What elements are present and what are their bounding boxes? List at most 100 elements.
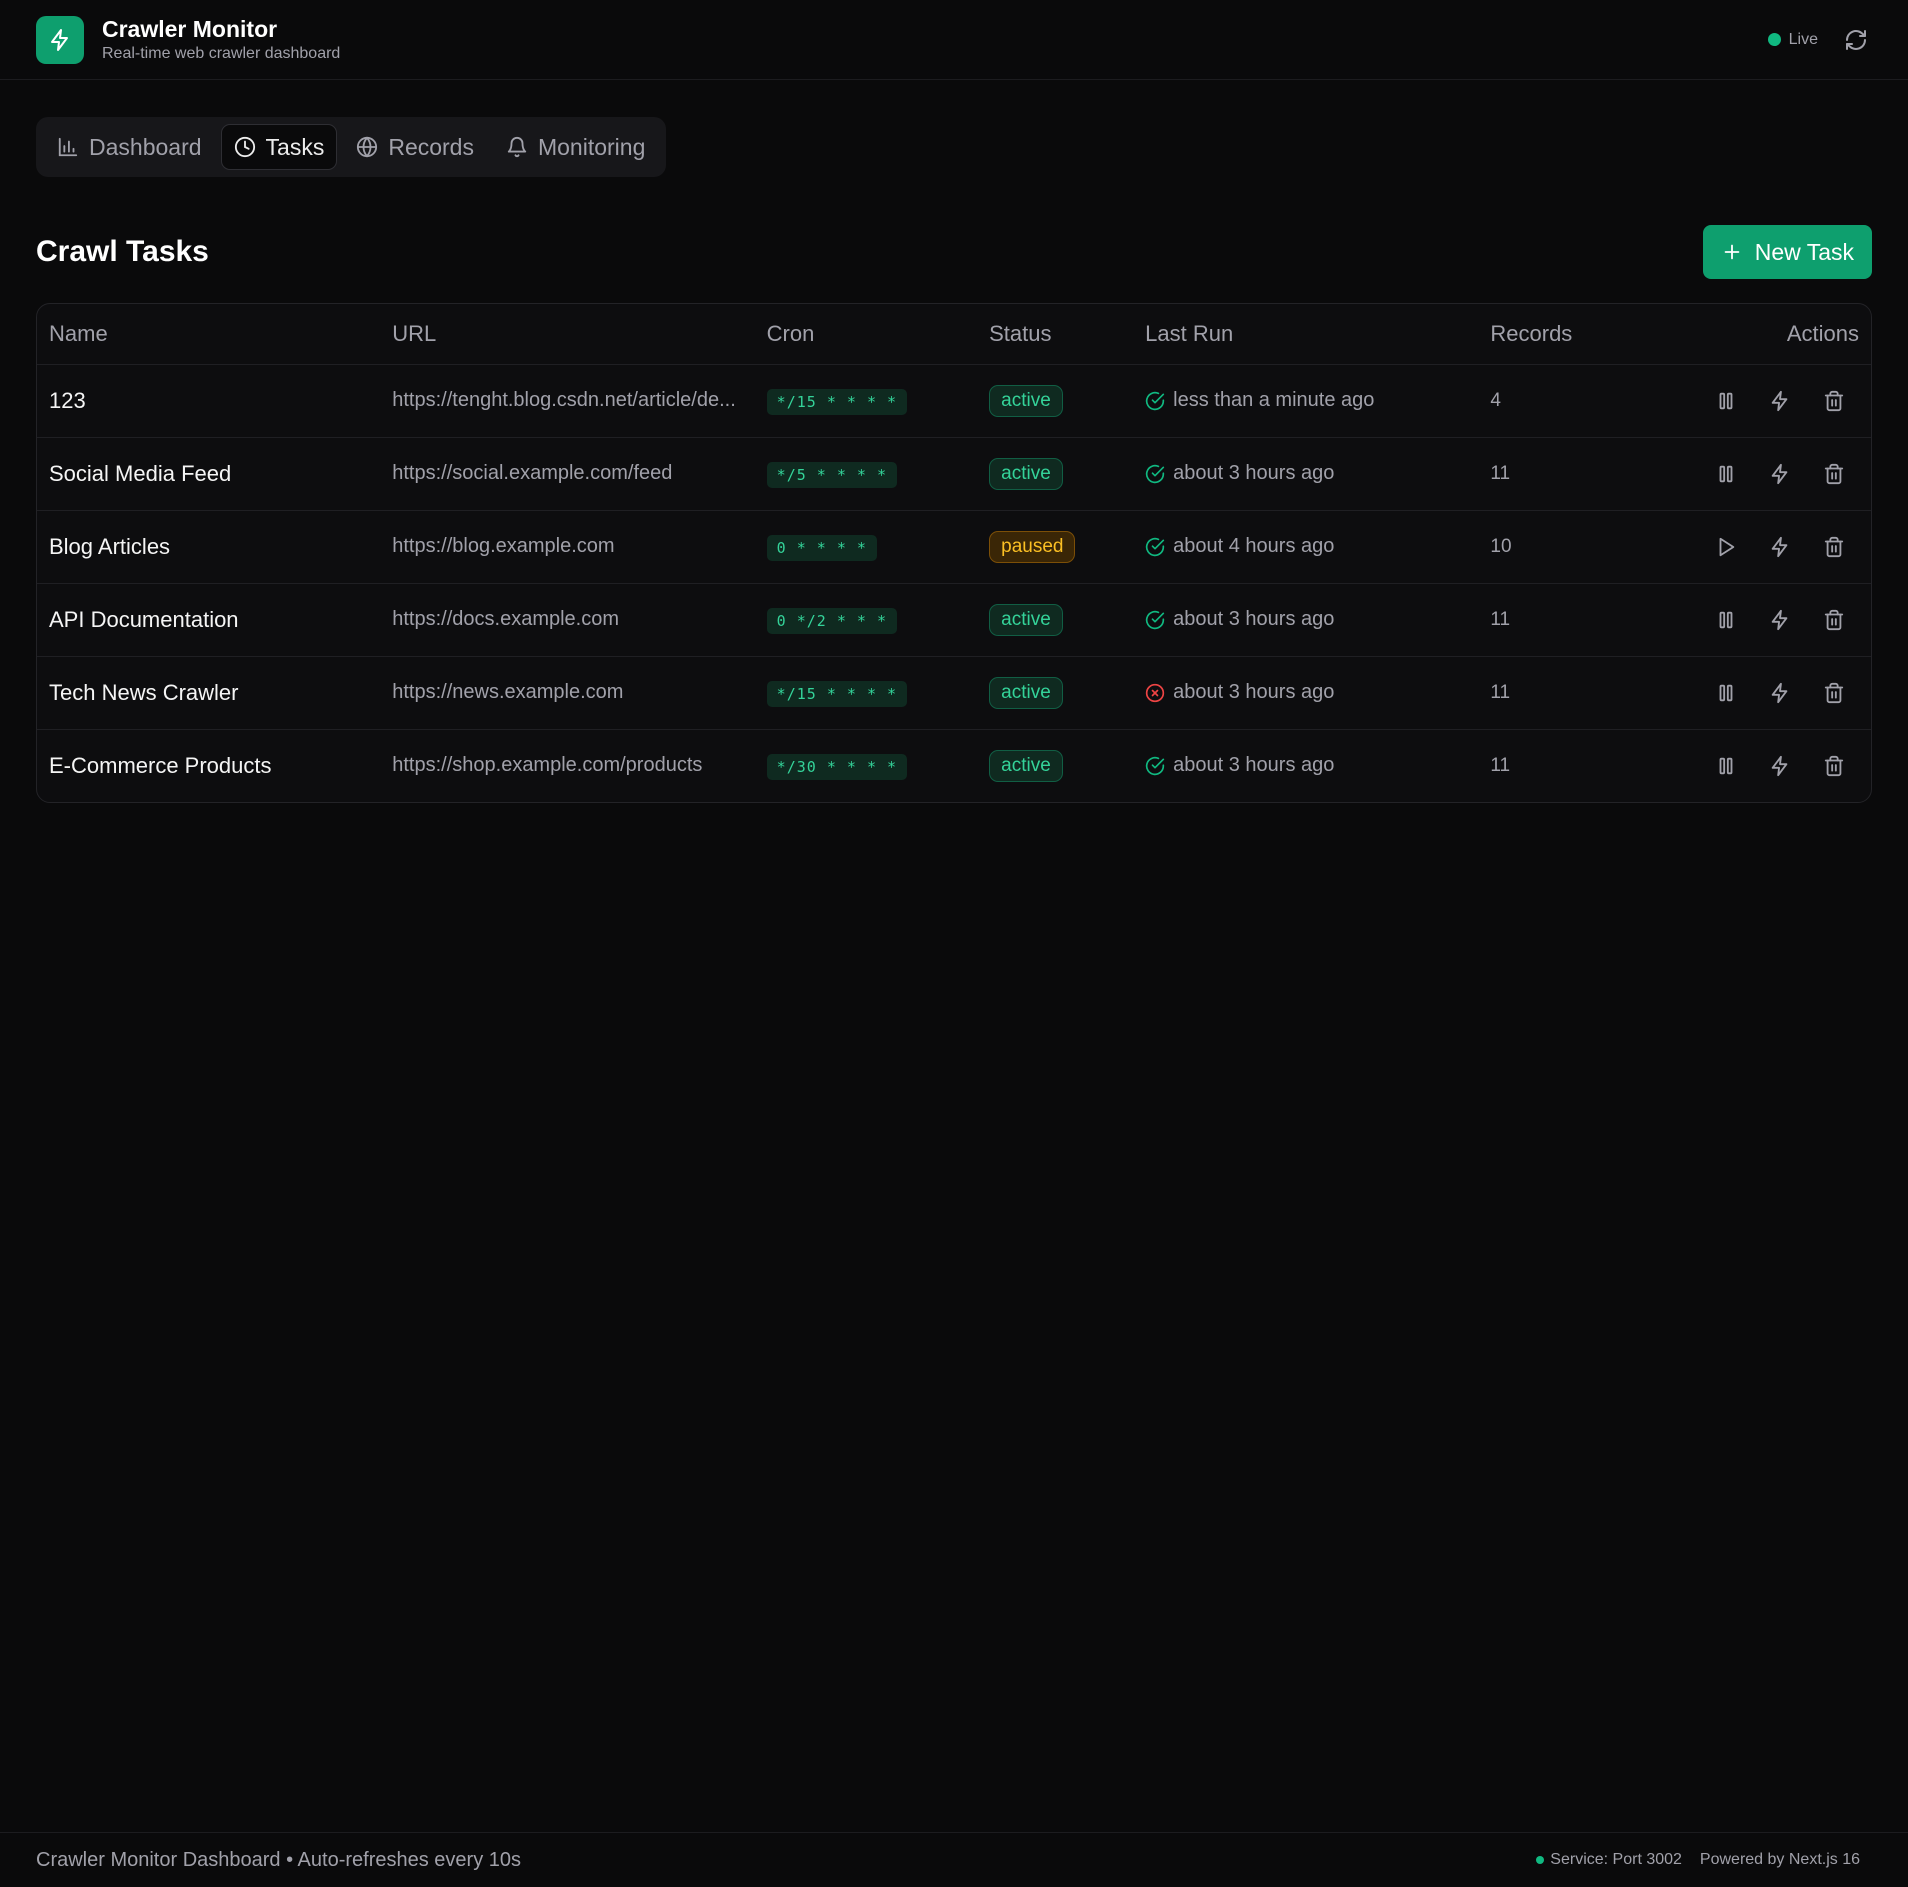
tab-tasks[interactable]: Tasks <box>220 124 338 170</box>
resume-button[interactable] <box>1713 534 1739 560</box>
run-now-button[interactable] <box>1767 680 1793 706</box>
delete-button[interactable] <box>1821 461 1847 487</box>
trash-icon <box>1824 609 1844 630</box>
table-row: 123 https://tenght.blog.csdn.net/article/… <box>37 364 1871 438</box>
check-circle-icon <box>1145 756 1165 775</box>
run-now-button[interactable] <box>1767 753 1793 779</box>
x-circle-icon <box>1145 683 1165 702</box>
task-name: 123 <box>37 364 381 438</box>
task-status-cell: active <box>977 437 1134 511</box>
tab-dashboard-label: Dashboard <box>89 133 202 160</box>
task-url[interactable]: https://docs.example.com <box>380 583 755 657</box>
task-cron: */15 * * * * <box>766 680 908 707</box>
task-last-run-cell: about 3 hours ago <box>1133 656 1479 730</box>
task-status-cell: active <box>977 583 1134 657</box>
task-name: API Documentation <box>37 583 381 657</box>
table-row: Blog Articles https://blog.example.com 0 *… <box>37 510 1871 584</box>
status-badge: paused <box>989 530 1076 563</box>
task-url[interactable]: https://blog.example.com <box>380 510 755 584</box>
task-cron-cell: */15 * * * * <box>754 656 978 730</box>
task-url[interactable]: https://tenght.blog.csdn.net/article/de.… <box>380 364 755 438</box>
pause-button[interactable] <box>1713 753 1739 779</box>
tab-tasks-label: Tasks <box>265 133 325 160</box>
task-cron: 0 */2 * * * <box>766 607 898 634</box>
page-title: Crawl Tasks <box>36 235 209 268</box>
task-name: Tech News Crawler <box>37 656 381 730</box>
logo <box>36 15 84 64</box>
task-cron-cell: */30 * * * * <box>755 729 977 802</box>
task-cron: */30 * * * * <box>766 753 908 780</box>
task-records: 10 <box>1478 510 1640 584</box>
task-records: 4 <box>1478 364 1640 438</box>
trash-icon <box>1824 682 1844 703</box>
refresh-icon <box>1846 29 1866 50</box>
globe-icon <box>357 136 378 158</box>
tab-dashboard[interactable]: Dashboard <box>44 124 215 170</box>
bolt-icon <box>1771 609 1788 630</box>
delete-button[interactable] <box>1821 534 1847 560</box>
app-title: Crawler Monitor <box>102 15 278 42</box>
bolt-icon <box>51 28 68 51</box>
pause-button[interactable] <box>1713 607 1739 633</box>
col-url: URL <box>380 304 755 365</box>
pause-icon <box>1719 684 1733 701</box>
bolt-icon <box>1771 536 1788 557</box>
tasks-table-card: Name URL Cron Status Last Run Records Ac… <box>36 303 1872 803</box>
task-cron-cell: 0 * * * * <box>754 510 978 584</box>
delete-button[interactable] <box>1821 388 1847 414</box>
service-status: Service: Port 3002 <box>1536 1851 1682 1869</box>
task-name: Social Media Feed <box>37 437 381 511</box>
status-badge: active <box>989 457 1063 490</box>
tab-monitoring[interactable]: Monitoring <box>493 124 658 170</box>
task-url[interactable]: https://news.example.com <box>380 656 755 730</box>
task-last-run-cell: about 4 hours ago <box>1133 510 1479 584</box>
refresh-button[interactable] <box>1844 28 1868 52</box>
task-last-run-cell: about 3 hours ago <box>1133 437 1479 511</box>
task-url[interactable]: https://social.example.com/feed <box>380 437 755 511</box>
delete-button[interactable] <box>1821 753 1847 779</box>
tab-records[interactable]: Records <box>343 124 487 170</box>
task-url[interactable]: https://shop.example.com/products <box>380 729 754 802</box>
task-records: 11 <box>1478 656 1640 730</box>
plus-icon <box>1724 244 1740 260</box>
live-indicator: Live <box>1767 31 1818 49</box>
run-now-button[interactable] <box>1767 534 1793 560</box>
app-header: Crawler Monitor Real-time web crawler da… <box>0 0 1908 80</box>
table-row: E-Commerce Products https://shop.example.… <box>37 729 1871 802</box>
task-actions-cell <box>1639 364 1871 438</box>
new-task-button[interactable]: New Task <box>1702 225 1872 279</box>
bolt-icon <box>1771 463 1788 484</box>
task-name: Blog Articles <box>37 510 381 584</box>
bolt-icon <box>1771 755 1788 776</box>
col-last-run: Last Run <box>1133 304 1479 365</box>
delete-button[interactable] <box>1821 680 1847 706</box>
col-status: Status <box>977 304 1134 365</box>
bolt-icon <box>1771 390 1788 411</box>
pause-icon <box>1719 392 1733 409</box>
pause-button[interactable] <box>1713 680 1739 706</box>
task-records: 11 <box>1478 437 1640 511</box>
table-header-row: Name URL Cron Status Last Run Records Ac… <box>37 304 1871 365</box>
run-now-button[interactable] <box>1767 607 1793 633</box>
pause-button[interactable] <box>1713 388 1739 414</box>
tab-monitoring-label: Monitoring <box>537 133 646 160</box>
table-row: Tech News Crawler https://news.example.co… <box>37 656 1871 730</box>
task-cron: 0 * * * * <box>766 534 877 561</box>
task-last-run: about 4 hours ago <box>1173 535 1335 557</box>
col-cron: Cron <box>754 304 978 365</box>
service-label: Service: Port 3002 <box>1550 1851 1682 1868</box>
footer: Crawler Monitor Dashboard • Auto-refresh… <box>0 1832 1908 1887</box>
pause-button[interactable] <box>1713 461 1739 487</box>
task-actions-cell <box>1639 510 1871 584</box>
run-now-button[interactable] <box>1767 461 1793 487</box>
app-subtitle: Real-time web crawler dashboard <box>102 44 341 62</box>
delete-button[interactable] <box>1821 607 1847 633</box>
play-icon <box>1719 537 1735 556</box>
task-name: E-Commerce Products <box>49 752 272 778</box>
task-actions-cell <box>1639 729 1871 802</box>
task-last-run-cell: about 3 hours ago <box>1133 583 1479 657</box>
col-name: Name <box>37 304 381 365</box>
pause-icon <box>1719 465 1733 482</box>
table-row: Social Media Feed https://social.example.… <box>37 437 1871 511</box>
run-now-button[interactable] <box>1767 388 1793 414</box>
